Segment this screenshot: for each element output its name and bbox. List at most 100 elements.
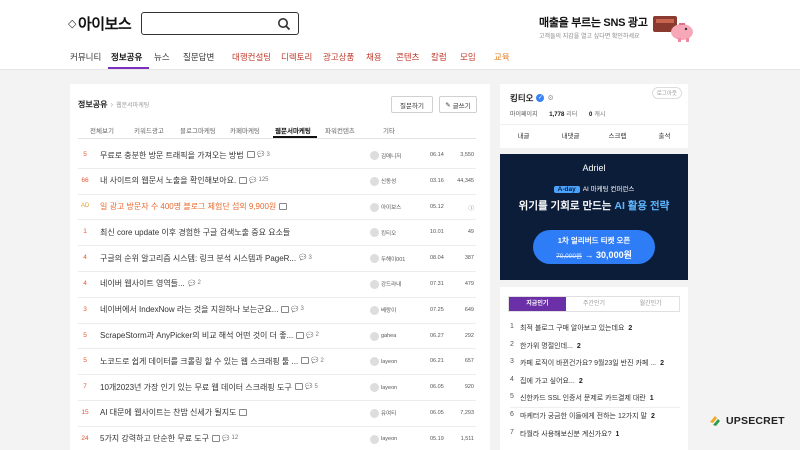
search-box[interactable] — [141, 12, 299, 35]
post-author[interactable]: 김매니저 — [370, 151, 401, 160]
post-row[interactable]: 7 10개2023년 가장 인기 있는 무료 웹 데이터 스크래핑 도구 💬 5 lay… — [78, 375, 476, 401]
popular-item[interactable]: 5 신한카드 SSL 인증서 문제로 카드결제 대란 1 — [510, 390, 682, 408]
breadcrumb-section[interactable]: 정보공유 — [78, 100, 107, 109]
tab-power-content[interactable]: 파워컨텐츠 — [325, 125, 355, 135]
image-attached-icon — [281, 305, 289, 313]
nav-directory[interactable]: 디렉토리 — [281, 51, 312, 63]
logout-button[interactable]: 로그아웃 — [651, 87, 682, 99]
post-author[interactable]: layeon — [370, 383, 397, 393]
post-rank: 1 — [83, 228, 87, 236]
question-button[interactable]: 질문하기 — [391, 96, 433, 113]
post-row[interactable]: 3 네이버에서 IndexNow 라는 것을 지원하나 보는군요... 💬 3 베랑이 0… — [78, 298, 476, 324]
post-title[interactable]: AI 대문에 웹사이트는 찬밥 신세가 될지도 — [100, 407, 236, 418]
post-date: 10.01 — [430, 229, 444, 236]
tab-popular-weekly[interactable]: 주간인기 — [566, 297, 623, 311]
banner-ticket-button[interactable]: 1차 얼리버드 티켓 오픈 70,000원 → 30,000원 — [533, 230, 655, 264]
search-icon[interactable] — [277, 17, 291, 31]
post-title[interactable]: 일 광고 방문자 수 400명 블로그 체험단 섭외 9,900원 — [100, 201, 276, 212]
popular-item[interactable]: 1 최적 블로그 구매 알아보고 있는데요 2 — [510, 320, 682, 338]
post-author[interactable]: 킹티오 — [370, 228, 396, 238]
header-ad-subtitle: 고객들의 지갑을 열고 싶다면 확인하세요 — [539, 34, 640, 40]
nav-column[interactable]: 칼럼 — [431, 51, 447, 63]
promo-banner[interactable]: Adriel A-day AI 마케팅 컨퍼런스 위기를 기회로 만드는 AI 활… — [500, 154, 688, 280]
tab-cafe-marketing[interactable]: 카페마케팅 — [230, 125, 260, 135]
tab-popular-now[interactable]: 지금인기 — [509, 297, 566, 311]
banner-pill-title: 1차 얼리버드 티켓 오픈 — [557, 236, 631, 245]
post-author[interactable]: layeon — [370, 434, 397, 444]
nav-contents[interactable]: 콘텐츠 — [396, 51, 419, 63]
popular-item[interactable]: 2 한가위 명절인데... 2 — [510, 338, 682, 356]
header-ad-banner[interactable]: 매출을 부르는 SNS 광고 고객들의 지갑을 열고 싶다면 확인하세요 — [536, 11, 696, 45]
tab-webdoc-marketing[interactable]: 웹문서마케팅 — [275, 125, 311, 135]
search-input[interactable] — [148, 13, 276, 34]
post-author[interactable]: 유여티 — [370, 408, 396, 418]
popular-comment-count: 2 — [660, 360, 665, 368]
popular-item[interactable]: 3 카페 로직이 바뀐건가요? 9월23일 반진 카페 ... 2 — [510, 355, 682, 373]
popular-item[interactable]: 4 집에 가고 싶어요... 2 — [510, 373, 682, 391]
post-author[interactable]: 신동성 — [370, 176, 396, 186]
post-author[interactable]: 강드라내 — [370, 279, 401, 289]
post-row[interactable]: AD 일 광고 방문자 수 400명 블로그 체험단 섭외 9,900원 아이보스 0… — [78, 195, 476, 221]
post-row[interactable]: 4 네이버 웹사이트 영역들... 💬 2 강드라내 07.31 479 — [78, 272, 476, 298]
post-title[interactable]: 내 사이트의 웹문서 노출을 확인해보아요. — [100, 175, 236, 186]
popular-item[interactable]: 6 마케터가 궁금한 이들에게 전하는 12가지 말 2 — [510, 408, 682, 426]
tab-popular-monthly[interactable]: 월간인기 — [622, 297, 679, 311]
post-row[interactable]: 66 내 사이트의 웹문서 노출을 확인해보아요. 💬 125 신동성 03.16 44,3… — [78, 169, 476, 195]
post-title[interactable]: 5가지 강력하고 단순한 무료 도구 — [100, 433, 209, 444]
write-button[interactable]: ✎ 글쓰기 — [439, 96, 477, 113]
post-row[interactable]: 24 5가지 강력하고 단순한 무료 도구 💬 12 layeon 05.19 1,511 — [78, 427, 476, 450]
post-title[interactable]: 구글의 순위 알고리즘 시스템: 링크 분석 시스템과 PageR... — [100, 253, 296, 264]
mypage-link[interactable]: 마이페이지 — [510, 112, 538, 118]
post-date: 06.21 — [430, 358, 444, 365]
settings-icon[interactable]: ⚙ — [547, 94, 553, 102]
nav-education[interactable]: 교육 — [494, 51, 510, 63]
nav-agency[interactable]: 대행컨설팅 — [232, 51, 271, 63]
post-row[interactable]: 15 AI 대문에 웹사이트는 찬밥 신세가 될지도 유여티 06.05 7,293 — [78, 401, 476, 427]
post-date: 05.19 — [430, 435, 444, 442]
tab-etc[interactable]: 기타 — [383, 125, 395, 135]
post-author[interactable]: 두해이001 — [370, 254, 405, 264]
post-title[interactable]: 노코드로 쉽게 데이터를 크롤링 할 수 있는 웹 스크래핑 툴 ... — [100, 356, 298, 367]
nav-jobs[interactable]: 채용 — [366, 51, 382, 63]
my-posts-button[interactable]: 내글 — [500, 125, 547, 148]
popular-comment-count: 2 — [576, 342, 581, 350]
post-author[interactable]: 베랑이 — [370, 305, 396, 315]
post-author[interactable]: gahea — [370, 331, 396, 341]
profile-stats: 마이페이지 1,778 리터 0 캐시 — [510, 109, 605, 118]
tab-keyword-ad[interactable]: 키워드광고 — [134, 125, 164, 135]
post-row[interactable]: 1 최신 core update 이후 경험한 구글 검색노출 중요 요소들 킹티오… — [78, 220, 476, 247]
post-row[interactable]: 5 노코드로 쉽게 데이터를 크롤링 할 수 있는 웹 스크래핑 툴 ... 💬 2 l… — [78, 349, 476, 376]
post-title[interactable]: 무료로 충분한 방문 트래픽을 가져오는 방법 — [100, 150, 244, 161]
popular-item[interactable]: 7 타월라 사용해보신분 계신가요? 1 — [510, 426, 682, 444]
nav-info-share[interactable]: 정보공유 — [111, 51, 142, 63]
post-author[interactable]: layeon — [370, 357, 397, 367]
profile-name[interactable]: 킹티오 ✓ ⚙ — [510, 92, 554, 104]
popular-list: 1 최적 블로그 구매 알아보고 있는데요 2 2 한가위 명절인데... 2 3 카페 로직… — [510, 320, 682, 443]
post-author[interactable]: 아이보스 — [370, 202, 401, 212]
nav-community[interactable]: 커뮤니티 — [70, 51, 101, 63]
post-title[interactable]: 10개2023년 가장 인기 있는 무료 웹 데이터 스크래핑 도구 — [100, 382, 292, 393]
post-title[interactable]: 최신 core update 이후 경험한 구글 검색노출 중요 요소들 — [100, 227, 290, 238]
post-row[interactable]: 4 구글의 순위 알고리즘 시스템: 링크 분석 시스템과 PageR... 💬 3 두… — [78, 246, 476, 272]
post-row[interactable]: 5 무료로 충분한 방문 트래픽을 가져오는 방법 💬 3 김매니저 06.14 3,550 — [78, 143, 476, 169]
comment-icon: 💬 — [257, 152, 265, 158]
post-title[interactable]: 네이버에서 IndexNow 라는 것을 지원하나 보는군요... — [100, 304, 278, 315]
attendance-button[interactable]: 출석 — [641, 125, 688, 148]
post-title[interactable]: 네이버 웹사이트 영역들... — [100, 278, 185, 289]
upsecret-watermark: UPSECRET — [708, 412, 785, 430]
tab-blog-marketing[interactable]: 블로그마케팅 — [180, 125, 216, 135]
tab-all[interactable]: 전체보기 — [90, 125, 114, 135]
image-attached-icon — [296, 331, 304, 339]
post-row[interactable]: 5 ScrapeStorm과 AnyPicker의 비교 해석 어떤 것이 더 좋… — [78, 324, 476, 350]
my-comments-button[interactable]: 내댓글 — [547, 125, 594, 148]
nav-ad-products[interactable]: 광고상품 — [323, 51, 354, 63]
scrap-button[interactable]: 스크랩 — [594, 125, 641, 148]
post-rank: 3 — [83, 305, 87, 313]
nav-meetup[interactable]: 모임 — [460, 51, 476, 63]
post-title[interactable]: ScrapeStorm과 AnyPicker의 비교 해석 어떤 것이 더 좋.… — [100, 330, 293, 341]
nav-news[interactable]: 뉴스 — [154, 51, 170, 63]
nav-qna[interactable]: 질문답변 — [183, 51, 214, 63]
breadcrumb-sub[interactable]: 웹문서마케팅 — [116, 103, 149, 109]
header-ad-title: 매출을 부르는 SNS 광고 — [539, 17, 648, 29]
site-logo[interactable]: ◇ 아이보스 — [68, 13, 132, 34]
